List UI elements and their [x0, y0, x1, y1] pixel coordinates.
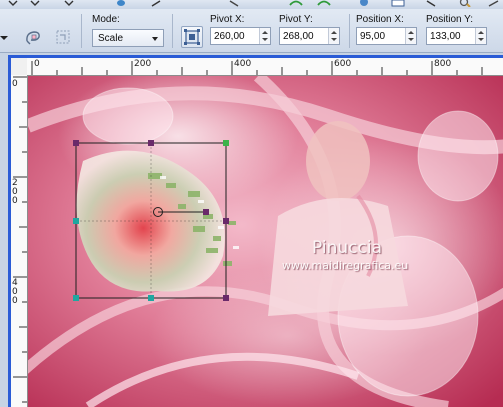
mode-dropdown[interactable]: Scale — [92, 29, 164, 47]
lasso-pick-icon — [26, 31, 40, 45]
resize-handle-bottom[interactable] — [148, 295, 154, 301]
ruler-label: 400 — [12, 278, 18, 306]
spin-arrows[interactable] — [328, 28, 339, 44]
spin-arrows[interactable] — [259, 28, 270, 44]
chevron-down-icon[interactable] — [30, 0, 40, 7]
mode-value: Scale — [98, 33, 124, 44]
rotation-handle[interactable] — [203, 209, 209, 215]
mode-label: Mode: — [92, 14, 120, 25]
paint-icon[interactable] — [114, 0, 128, 7]
toolbar-top-strip — [0, 0, 503, 9]
ruler-label: 0 — [12, 79, 18, 89]
redo-icon[interactable] — [316, 0, 332, 7]
pivot-x-label: Pivot X: — [210, 14, 245, 25]
position-y-value: 133,00 — [430, 31, 461, 42]
spin-arrows[interactable] — [475, 28, 486, 44]
ruler-label: 0 — [34, 59, 40, 69]
chevron-down-icon[interactable] — [8, 0, 18, 7]
pivot-y-value: 268,00 — [283, 31, 314, 42]
pick-tool-options-toolbar: Mode: Scale Pivot X: 260,00 Pivot Y: 268… — [0, 0, 503, 53]
resize-handle-top[interactable] — [148, 140, 154, 146]
pivot-move-button[interactable] — [181, 26, 203, 48]
image-canvas[interactable] — [28, 76, 503, 407]
watermark-title: Pinuccia — [312, 238, 382, 258]
undo-icon[interactable] — [288, 0, 304, 7]
zoom-icon[interactable] — [458, 0, 472, 7]
reset-pick-icon — [56, 30, 70, 44]
grid-icon[interactable] — [391, 0, 405, 7]
resize-handle-left[interactable] — [73, 218, 79, 224]
chevron-down-icon — [152, 37, 158, 41]
arrow-icon[interactable] — [229, 0, 239, 7]
position-x-label: Position X: — [356, 14, 404, 25]
vertical-ruler[interactable]: 0 200 400 — [11, 75, 28, 407]
reset-pick-button[interactable] — [52, 26, 74, 48]
ruler-ticks — [13, 76, 27, 403]
position-y-label: Position Y: — [426, 14, 474, 25]
pivot-move-icon — [184, 29, 200, 45]
arrow-icon[interactable] — [488, 0, 500, 7]
position-x-field[interactable]: 95,00 — [356, 27, 417, 45]
toolbar-separator — [349, 14, 350, 48]
arrow-icon[interactable] — [150, 0, 162, 7]
toolbar-separator — [81, 14, 82, 48]
artwork — [28, 76, 503, 407]
horizontal-ruler[interactable]: 0 200 400 600 800 — [27, 58, 503, 76]
watermark-url: www.maidiregrafica.eu — [282, 259, 409, 272]
pivot-x-field[interactable]: 260,00 — [210, 27, 271, 45]
globe-icon[interactable] — [358, 0, 370, 7]
pivot-x-value: 260,00 — [214, 31, 245, 42]
resize-handle-right[interactable] — [223, 218, 229, 224]
resize-handle-top-right[interactable] — [223, 140, 229, 146]
lasso-pick-button[interactable] — [22, 26, 44, 48]
resize-handle-top-left[interactable] — [73, 140, 79, 146]
arrow-icon[interactable] — [425, 0, 437, 7]
ruler-corner — [11, 58, 28, 76]
resize-handle-bottom-right[interactable] — [223, 295, 229, 301]
ruler-label: 600 — [334, 59, 352, 69]
position-x-value: 95,00 — [360, 31, 386, 42]
resize-handle-bottom-left[interactable] — [73, 295, 79, 301]
spin-arrows[interactable] — [405, 28, 416, 44]
chevron-down-icon[interactable] — [0, 34, 8, 42]
toolbar-separator — [172, 14, 173, 48]
ruler-ticks — [31, 61, 483, 75]
ruler-label: 400 — [234, 59, 252, 69]
pivot-y-label: Pivot Y: — [279, 14, 313, 25]
ruler-label: 800 — [434, 59, 452, 69]
ruler-label: 200 — [134, 59, 152, 69]
chevron-down-icon[interactable] — [64, 0, 74, 7]
pivot-y-field[interactable]: 268,00 — [279, 27, 340, 45]
ruler-label: 200 — [12, 178, 18, 206]
position-y-field[interactable]: 133,00 — [426, 27, 487, 45]
